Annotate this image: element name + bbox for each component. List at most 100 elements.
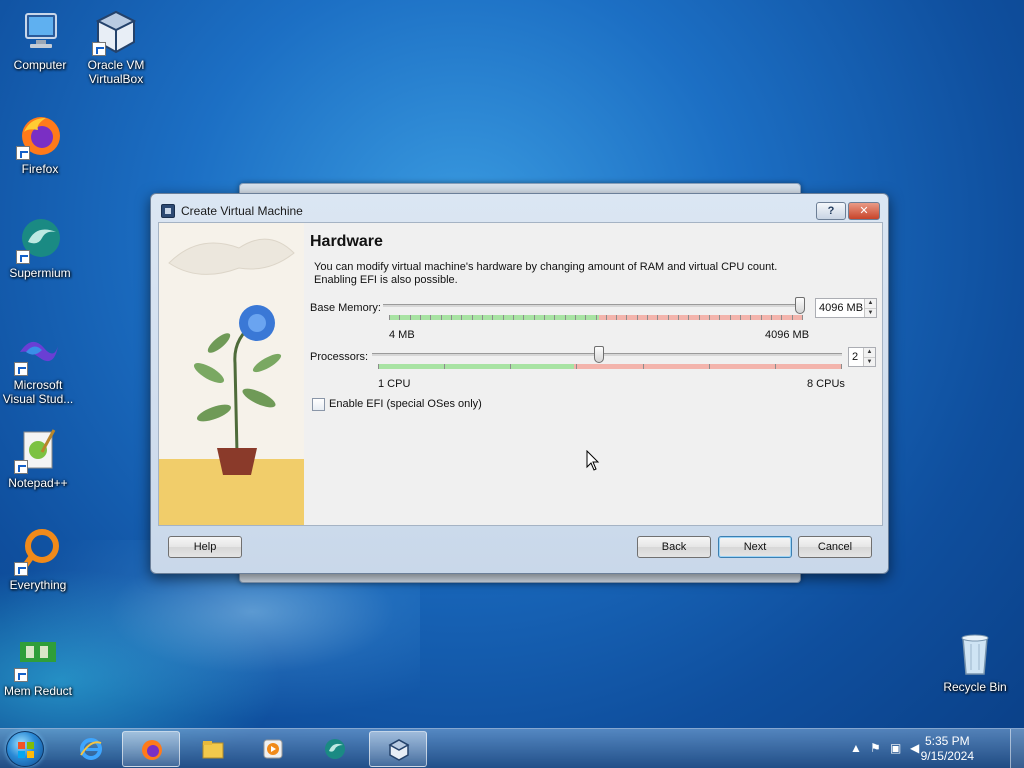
desktop-icon-label: Firefox xyxy=(21,162,59,176)
processors-value: 2 xyxy=(852,351,859,363)
slider-tick xyxy=(616,315,617,320)
taskbar-firefox[interactable] xyxy=(122,731,180,767)
clock-time: 5:35 PM xyxy=(924,734,970,748)
slider-tick xyxy=(420,315,421,320)
slider-tick xyxy=(444,364,445,369)
clock[interactable]: 5:35 PM 9/15/2024 xyxy=(921,734,974,764)
desktop-icon-visual-studio[interactable]: Microsoft Visual Stud... xyxy=(0,328,76,406)
volume-muted-icon[interactable]: ◀ xyxy=(910,741,919,755)
desktop-icon-recycle-bin[interactable]: Recycle Bin xyxy=(937,630,1013,694)
processors-label: Processors: xyxy=(310,351,369,363)
spin-up-icon[interactable]: ▲ xyxy=(864,348,875,357)
slider-tick xyxy=(626,315,627,320)
desktop-icon-notepadpp[interactable]: Notepad++ xyxy=(0,426,76,490)
recycle-bin-icon xyxy=(951,630,999,678)
show-hidden-icons-icon[interactable]: ▲ xyxy=(850,741,862,755)
dialog-titlebar[interactable]: Create Virtual Machine ? ✕ xyxy=(151,194,888,224)
slider-tick xyxy=(554,315,555,320)
dialog-title: Create Virtual Machine xyxy=(181,204,303,218)
shortcut-arrow-icon xyxy=(16,250,30,264)
enable-efi-checkbox[interactable] xyxy=(312,398,325,411)
hardware-page: Hardware You can modify virtual machine'… xyxy=(310,223,880,525)
next-button[interactable]: Next xyxy=(718,536,792,558)
show-desktop-button[interactable] xyxy=(1010,729,1024,768)
enable-efi-label[interactable]: Enable EFI (special OSes only) xyxy=(329,398,482,410)
slider-tick xyxy=(637,315,638,320)
clock-date: 9/15/2024 xyxy=(920,749,974,763)
title-help-button[interactable]: ? xyxy=(816,202,846,220)
base-memory-slider-handle[interactable] xyxy=(795,297,805,314)
page-heading: Hardware xyxy=(310,233,383,250)
desktop-icon-supermium[interactable]: Supermium xyxy=(2,216,78,280)
taskbar-internet-explorer[interactable] xyxy=(62,731,120,767)
slider-tick xyxy=(441,315,442,320)
desktop-icon-label: Recycle Bin xyxy=(943,680,1007,694)
file-explorer-icon xyxy=(202,741,224,759)
wizard-illustration xyxy=(159,223,304,525)
base-memory-spinbox[interactable]: 4096 MB ▲ ▼ xyxy=(815,298,877,318)
slider-tick xyxy=(678,315,679,320)
base-memory-slider-track[interactable] xyxy=(383,304,803,307)
notepadpp-icon xyxy=(14,426,62,474)
spin-down-icon[interactable]: ▼ xyxy=(865,308,876,317)
taskbar-virtualbox[interactable] xyxy=(369,731,427,767)
slider-tick xyxy=(761,315,762,320)
desktop-icon-label: Oracle VM VirtualBox xyxy=(87,58,145,86)
back-button[interactable]: Back xyxy=(637,536,711,558)
slider-tick xyxy=(565,315,566,320)
slider-tick xyxy=(596,315,597,320)
processors-slider-handle[interactable] xyxy=(594,346,604,363)
slider-tick xyxy=(513,315,514,320)
virtualbox-icon xyxy=(161,204,175,218)
slider-tick xyxy=(730,315,731,320)
close-button[interactable]: ✕ xyxy=(848,202,880,220)
help-button[interactable]: Help xyxy=(168,536,242,558)
desktop-icon-label: Supermium xyxy=(9,266,71,280)
supermium-icon xyxy=(16,216,64,264)
computer-icon xyxy=(16,8,64,56)
desktop-icon-memreduct[interactable]: Mem Reduct xyxy=(0,634,76,698)
desktop-icon-everything[interactable]: Everything xyxy=(0,528,76,592)
network-icon[interactable]: ▣ xyxy=(890,741,901,755)
slider-tick xyxy=(492,315,493,320)
slider-tick xyxy=(750,315,751,320)
cpu-ticks xyxy=(378,364,842,369)
processors-spin-buttons[interactable]: ▲ ▼ xyxy=(863,348,875,366)
slider-tick xyxy=(709,315,710,320)
processors-slider-track[interactable] xyxy=(372,353,842,356)
desktop-icon-label: Mem Reduct xyxy=(3,684,73,698)
desktop-icon-label: Computer xyxy=(13,58,67,72)
start-button[interactable] xyxy=(6,731,44,767)
action-center-flag-icon[interactable]: ⚑ xyxy=(870,741,881,755)
slider-tick xyxy=(472,315,473,320)
slider-tick xyxy=(781,315,782,320)
memory-min-label: 4 MB xyxy=(389,329,415,341)
desktop-icon-label: Microsoft Visual Stud... xyxy=(2,378,74,406)
slider-tick xyxy=(792,315,793,320)
cancel-button[interactable]: Cancel xyxy=(798,536,872,558)
slider-tick xyxy=(451,315,452,320)
firefox-icon xyxy=(142,740,162,760)
processors-spinbox[interactable]: 2 ▲ ▼ xyxy=(848,347,876,367)
system-tray: ▲ ⚑ ▣ ◀ 5:35 PM 9/15/2024 xyxy=(834,729,1024,768)
slider-tick xyxy=(740,315,741,320)
wizard-panel: Hardware You can modify virtual machine'… xyxy=(158,222,883,526)
slider-tick xyxy=(668,315,669,320)
spin-up-icon[interactable]: ▲ xyxy=(865,299,876,308)
desktop-icon-virtualbox[interactable]: Oracle VM VirtualBox xyxy=(78,8,154,86)
desktop-icon-computer[interactable]: Computer xyxy=(2,8,78,72)
taskbar-media-player[interactable] xyxy=(244,731,302,767)
spin-down-icon[interactable]: ▼ xyxy=(864,357,875,366)
slider-tick xyxy=(576,364,577,369)
slider-tick xyxy=(719,315,720,320)
taskbar-supermium[interactable] xyxy=(306,731,364,767)
supermium-icon xyxy=(325,739,345,759)
slider-tick xyxy=(410,315,411,320)
slider-tick xyxy=(503,315,504,320)
desktop-icon-firefox[interactable]: Firefox xyxy=(2,112,78,176)
shortcut-arrow-icon xyxy=(92,42,106,56)
taskbar-file-explorer[interactable] xyxy=(184,731,242,767)
base-memory-label: Base Memory: xyxy=(310,302,381,314)
mouse-cursor-icon xyxy=(586,450,600,471)
base-memory-spin-buttons[interactable]: ▲ ▼ xyxy=(864,299,876,317)
